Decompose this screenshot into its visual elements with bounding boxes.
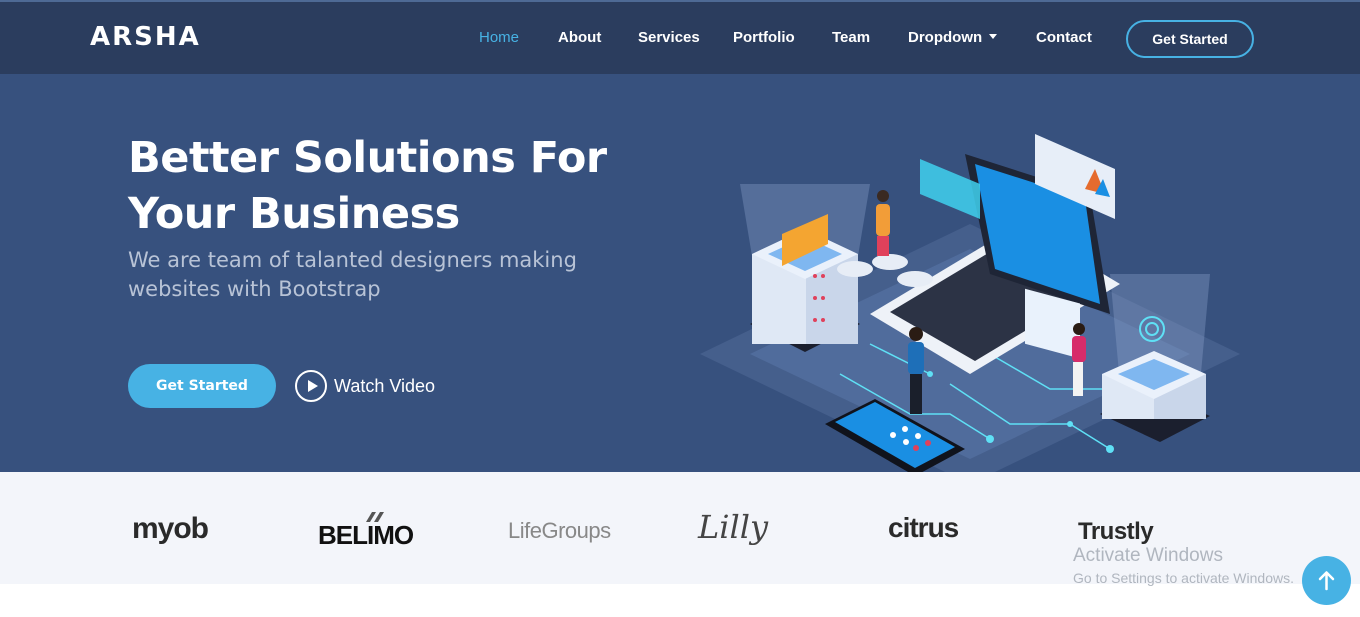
activate-windows-title: Activate Windows xyxy=(1073,545,1223,566)
hero-title-line-2: Your Business xyxy=(128,189,460,239)
watch-video-label: Watch Video xyxy=(334,375,436,396)
hero-subtitle: We are team of talanted designers making… xyxy=(128,246,608,304)
client-logo-trustly: Trustly xyxy=(1078,518,1154,545)
client-logo-citrus: citrus xyxy=(888,512,959,543)
site-header: ARSHA Home About Services Portfolio Team… xyxy=(0,2,1360,74)
hero-subtitle-line-2: websites with Bootstrap xyxy=(128,277,381,301)
hero-illustration xyxy=(700,134,1240,472)
play-circle-icon xyxy=(295,370,327,402)
back-to-top-button[interactable] xyxy=(1302,556,1351,605)
nav-item-services[interactable]: Services xyxy=(638,29,700,46)
nav-item-portfolio[interactable]: Portfolio xyxy=(733,29,795,46)
arrow-up-icon xyxy=(1318,571,1335,591)
nav-item-team[interactable]: Team xyxy=(832,29,870,46)
site-logo[interactable]: ARSHA xyxy=(90,22,201,52)
nav-item-dropdown-label: Dropdown xyxy=(908,29,983,46)
hero-section: Better Solutions For Your Business We ar… xyxy=(0,74,1360,472)
hero-subtitle-line-1: We are team of talanted designers making xyxy=(128,248,577,272)
nav-item-dropdown[interactable]: Dropdown xyxy=(908,29,998,46)
caret-down-icon xyxy=(989,33,998,39)
clients-section: myob BELIMO LifeGroups Lilly citrus Trus… xyxy=(0,472,1360,584)
illustration-person-standing xyxy=(876,190,890,256)
hero-get-started-button[interactable]: Get Started xyxy=(128,364,276,408)
hero-title: Better Solutions For Your Business xyxy=(128,130,648,242)
client-logo-lifegroups: LifeGroups xyxy=(508,518,611,543)
header-get-started-button[interactable]: Get Started xyxy=(1126,20,1254,58)
client-logo-myob: myob xyxy=(132,512,209,545)
watch-video-link[interactable]: Watch Video xyxy=(295,370,435,402)
client-logo-belimo: BELIMO xyxy=(318,520,414,550)
activate-windows-subtitle: Go to Settings to activate Windows. xyxy=(1073,570,1294,586)
nav-item-contact[interactable]: Contact xyxy=(1036,29,1092,46)
hero-title-line-1: Better Solutions For xyxy=(128,133,607,183)
client-logo-lilly: Lilly xyxy=(698,508,769,546)
nav-item-home[interactable]: Home xyxy=(479,29,519,46)
nav-item-about[interactable]: About xyxy=(558,29,601,46)
